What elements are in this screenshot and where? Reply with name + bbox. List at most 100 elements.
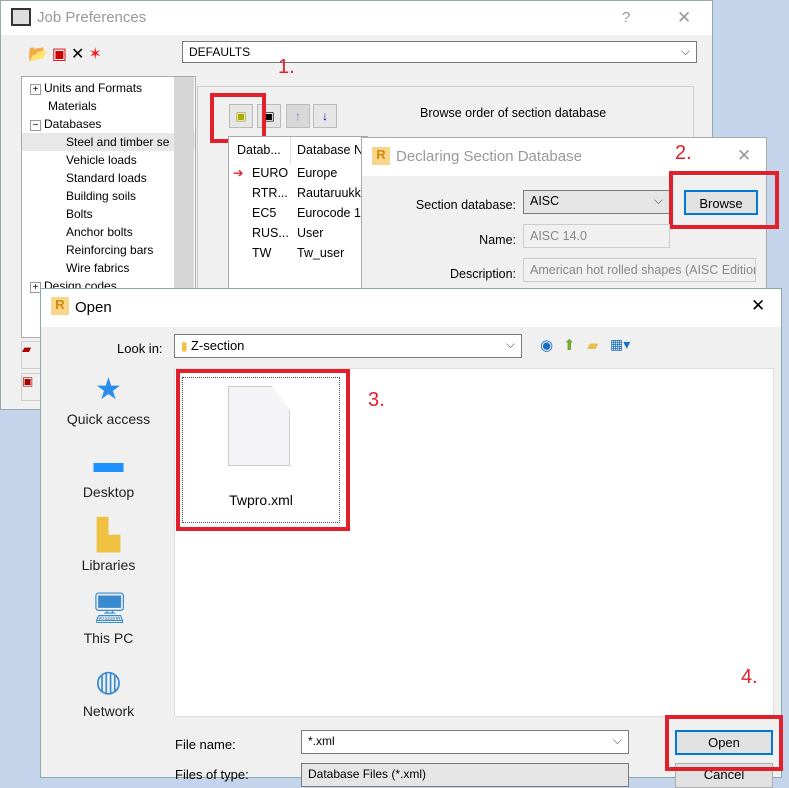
row-name: Tw_user <box>297 246 345 260</box>
tree-item[interactable]: Standard loads <box>22 169 195 187</box>
revit-logo-icon: R <box>372 147 390 165</box>
desktop-icon: ▬ <box>93 446 124 479</box>
title-bar: Job Preferences ? ✕ <box>1 1 712 35</box>
expand-icon[interactable]: + <box>30 84 41 95</box>
view-menu-icon[interactable]: ▦▾ <box>610 336 630 353</box>
place-label: Quick access <box>66 411 151 427</box>
name-label: Name: <box>479 233 516 247</box>
file-name-input[interactable]: *.xml ⌵ <box>301 730 629 754</box>
open-close-button[interactable]: ✕ <box>751 296 765 316</box>
table-row[interactable]: EC5 Eurocode 19 <box>229 203 367 223</box>
open-file-dialog: R Open ✕ Look in: ▮ Z-section ⌵ ◉ ⬆ ▰ ▦▾ … <box>40 288 783 788</box>
file-type-value: Database Files (*.xml) <box>308 767 427 781</box>
place-label: Network <box>82 703 135 719</box>
move-down-button[interactable]: ↓ <box>313 104 337 128</box>
tree-item-label: Wire fabrics <box>66 261 130 275</box>
new-folder-icon[interactable]: ▰ <box>587 336 599 354</box>
remove-save-icon[interactable]: ▣ <box>21 373 41 401</box>
tree-item-label: Vehicle loads <box>66 153 137 167</box>
tree-item-label: Bolts <box>66 207 93 221</box>
tree-item[interactable]: Reinforcing bars <box>22 241 195 259</box>
delete-icon[interactable]: ✕ <box>71 46 88 63</box>
place-desktop[interactable]: ▬ Desktop <box>51 440 166 513</box>
annotation-3: 3. <box>368 389 385 411</box>
app-icon <box>11 8 31 26</box>
place-label: Libraries <box>81 557 136 573</box>
annotation-2: 2. <box>675 142 692 164</box>
up-folder-icon[interactable]: ⬆ <box>563 336 576 354</box>
preset-value: DEFAULTS <box>189 45 251 59</box>
look-in-label: Look in: <box>117 341 163 356</box>
section-database-value: AISC <box>530 194 560 208</box>
reset-icon[interactable]: ✶ <box>88 46 105 63</box>
name-field[interactable]: AISC 14.0 <box>523 224 670 248</box>
arrow-down-icon: ↓ <box>322 109 328 123</box>
remove-folder-icon[interactable]: ▰ <box>21 341 41 369</box>
section-database-select[interactable]: AISC ⌵ <box>523 190 670 214</box>
open-folder-icon[interactable]: 📂 <box>28 46 52 63</box>
tree-item[interactable]: Steel and timber se <box>22 133 195 151</box>
column-header-name[interactable]: Database N <box>291 143 363 157</box>
tree-item[interactable]: Vehicle loads <box>22 151 195 169</box>
file-type-select[interactable]: Database Files (*.xml) <box>301 763 629 787</box>
tree-item-label: Units and Formats <box>44 81 143 95</box>
file-type-label: Files of type: <box>175 767 249 782</box>
description-label: Description: <box>450 267 516 281</box>
chevron-down-icon: ⌵ <box>505 337 515 351</box>
close-button[interactable]: ✕ <box>677 8 691 28</box>
tree-item-label: Steel and timber se <box>66 135 170 149</box>
row-name: Europe <box>297 166 338 180</box>
table-row[interactable]: ➔ EURO Europe <box>229 163 367 183</box>
database-table[interactable]: Datab... Database N ➔ EURO Europe RTR... Raut… <box>228 136 368 291</box>
look-in-value: Z-section <box>190 338 245 353</box>
place-quick-access[interactable]: ★ Quick access <box>51 367 166 440</box>
expand-icon[interactable]: − <box>30 120 41 131</box>
look-in-select[interactable]: ▮ Z-section ⌵ <box>174 334 522 358</box>
table-row[interactable]: RUS... User <box>229 223 367 243</box>
tree-item[interactable]: + Units and Formats <box>22 79 195 97</box>
row-name: Rautaruukki <box>297 186 364 200</box>
tree-item-label: Databases <box>44 117 102 131</box>
tree-item[interactable]: Materials <box>22 97 195 115</box>
browse-order-label: Browse order of section database <box>420 106 607 120</box>
chevron-down-icon: ⌵ <box>612 733 622 747</box>
row-code: EC5 <box>252 206 277 220</box>
quick-access-icon: ★ <box>95 373 122 406</box>
column-header-code[interactable]: Datab... <box>229 137 291 163</box>
tree-item-label: Reinforcing bars <box>66 243 154 257</box>
open-title: Open <box>75 299 112 316</box>
back-icon[interactable]: ◉ <box>540 336 553 354</box>
tree-item-label: Standard loads <box>66 171 147 185</box>
dialog-close-button[interactable]: ✕ <box>737 146 751 166</box>
tree-item[interactable]: Wire fabrics <box>22 259 195 277</box>
description-field[interactable]: American hot rolled shapes (AISC Edition <box>523 258 756 282</box>
table-row[interactable]: TW Tw_user <box>229 243 367 263</box>
row-code: TW <box>252 246 272 260</box>
tree-item[interactable]: Anchor bolts <box>22 223 195 241</box>
place-label: Desktop <box>82 484 135 500</box>
table-row[interactable]: RTR... Rautaruukki <box>229 183 367 203</box>
tree-item-label: Materials <box>48 99 97 113</box>
save-icon[interactable]: ▣ <box>52 46 71 63</box>
tree-item[interactable]: Bolts <box>22 205 195 223</box>
place-label: This PC <box>83 630 134 646</box>
place-network[interactable]: ◍ Network <box>51 659 166 732</box>
tree-item[interactable]: − Databases <box>22 115 195 133</box>
place-this-pc[interactable]: 🖥 This PC <box>51 586 166 659</box>
annotation-box-3 <box>176 369 350 531</box>
tree-item[interactable]: Building soils <box>22 187 195 205</box>
dialog-title: Declaring Section Database <box>396 148 582 165</box>
section-database-label: Section database: <box>415 198 516 212</box>
this-pc-icon: 🖥 <box>90 592 129 625</box>
file-list[interactable]: Twpro.xml 3. 4. <box>174 368 774 717</box>
file-name-label: File name: <box>175 737 236 752</box>
help-button[interactable]: ? <box>622 9 630 26</box>
row-code: RUS... <box>252 226 289 240</box>
place-libraries[interactable]: ▙ Libraries <box>51 513 166 586</box>
annotation-4: 4. <box>741 666 758 688</box>
annotation-box-2 <box>669 171 779 229</box>
chevron-down-icon: ⌵ <box>653 193 663 207</box>
arrow-up-icon: ↑ <box>295 109 301 123</box>
preset-select[interactable]: DEFAULTS ⌵ <box>182 41 697 63</box>
move-up-button[interactable]: ↑ <box>286 104 310 128</box>
